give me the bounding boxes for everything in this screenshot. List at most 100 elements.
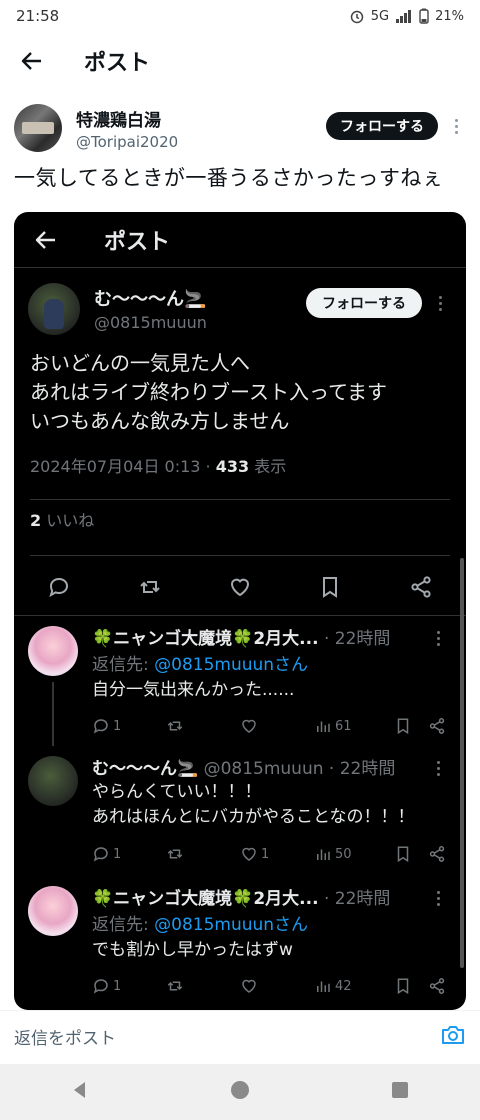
reply-to: 返信先: @0815muuunさん xyxy=(92,910,308,935)
attached-screenshot[interactable]: ポスト む〜〜〜ん🚬 @0815muuun フォローする おいどんの一気見た人へ… xyxy=(14,212,466,1010)
share-icon xyxy=(428,717,446,735)
post-meta: 2024年07月04日 0:13 · 433 表示 xyxy=(30,453,286,477)
network-label: 5G xyxy=(370,8,390,24)
bar-chart-icon xyxy=(317,721,330,732)
post-line: あれはライブ終わりブースト入ってます xyxy=(30,380,387,404)
reply-count: 1 xyxy=(92,977,166,995)
likes-summary: 2 いいね xyxy=(30,507,94,531)
like-count xyxy=(240,717,314,735)
retweet-count xyxy=(166,717,240,735)
arrow-left-icon xyxy=(21,52,41,70)
reply-text: 自分一気出来んかった...... xyxy=(92,678,294,703)
likes-count: 2 xyxy=(30,511,42,530)
status-icons: 5G 21% xyxy=(349,8,464,24)
reply-count: 1 xyxy=(92,845,166,863)
author-name[interactable]: 特濃鶏白湯 xyxy=(76,106,178,131)
share-icon xyxy=(401,567,441,607)
view-count: 50 xyxy=(314,845,394,863)
alarm-icon xyxy=(350,10,363,24)
views-label: 表示 xyxy=(249,457,287,476)
timestamp: 2024年07月04日 0:13 · xyxy=(30,457,216,476)
view-count: 61 xyxy=(314,717,394,735)
view-count-value: 42 xyxy=(335,978,352,994)
reply-line: でも割かし早かったはずw xyxy=(92,940,293,960)
arrow-left-icon xyxy=(35,230,55,249)
reply-author-name: む〜〜〜ん🚬 xyxy=(92,759,199,779)
reply-time: · 22時間 xyxy=(323,759,396,779)
retweet-icon xyxy=(167,981,183,991)
action-bar xyxy=(14,559,466,615)
avatar xyxy=(28,626,78,676)
retweet-count xyxy=(166,845,240,863)
page-title: ポスト xyxy=(84,51,151,76)
embedded-back-icon xyxy=(14,212,78,268)
avatar xyxy=(28,886,78,936)
avatar[interactable] xyxy=(14,104,62,152)
comment-icon xyxy=(93,847,108,862)
retweet-icon xyxy=(167,721,183,731)
kebab-icon xyxy=(430,289,450,317)
bar-chart-icon xyxy=(317,981,330,992)
reply-action-bar: 1 61 xyxy=(92,714,458,738)
share-icon xyxy=(428,845,446,863)
reply-author-handle: @0815muuun xyxy=(198,759,324,779)
like-count-value: 1 xyxy=(261,846,270,862)
nav-home-button[interactable] xyxy=(229,1079,251,1105)
reply-input[interactable]: 返信をポスト xyxy=(14,1024,440,1049)
heart-icon xyxy=(242,979,256,993)
view-count: 42 xyxy=(314,977,394,995)
retweet-icon xyxy=(167,849,183,859)
reply-count-value: 1 xyxy=(113,718,122,734)
reply-item: む〜〜〜ん🚬 @0815muuun · 22時間 やらんくていい！！！ あれはほ… xyxy=(14,746,466,876)
battery-label: 21% xyxy=(435,8,464,24)
square-recents-icon xyxy=(392,1082,409,1098)
post-line: おいどんの一気見た人へ xyxy=(30,351,250,375)
reply-author-name: 🍀ニャンゴ大魔境🍀2月大... xyxy=(92,889,319,909)
comment-icon xyxy=(39,567,79,607)
camera-icon[interactable] xyxy=(440,1022,466,1052)
reply-text: やらんくていい！！！ あれはほんとにバカがやることなの！！！ xyxy=(92,780,415,830)
back-button[interactable] xyxy=(0,32,64,90)
bookmark-icon xyxy=(394,845,428,863)
outer-author[interactable]: 特濃鶏白湯 @Toripai2020 xyxy=(14,104,178,152)
triangle-back-icon xyxy=(73,1082,85,1098)
reply-time: · 22時間 xyxy=(318,889,391,909)
embedded-title: ポスト xyxy=(104,229,171,255)
reply-count-value: 1 xyxy=(113,978,122,994)
nav-recents-button[interactable] xyxy=(390,1080,410,1104)
heart-icon xyxy=(242,847,256,861)
bar-chart-icon xyxy=(317,849,330,860)
reply-item: 🍀ニャンゴ大魔境🍀2月大... · 22時間 返信先: @0815muuunさん… xyxy=(14,876,466,1010)
embedded-app-bar: ポスト xyxy=(14,212,466,268)
follow-button[interactable]: フォローする xyxy=(326,112,438,140)
avatar xyxy=(28,283,80,335)
more-options-icon[interactable] xyxy=(446,112,466,140)
reply-line: やらんくていい！！！ xyxy=(92,782,262,802)
reply-to-user: @0815muuunさん xyxy=(154,655,309,675)
post-text: 一気してるときが一番うるさかったっすねぇ xyxy=(14,166,444,190)
comment-icon xyxy=(93,979,108,994)
reply-time: · 22時間 xyxy=(318,629,391,649)
comment-icon xyxy=(93,719,108,734)
avatar xyxy=(28,756,78,806)
views-count: 433 xyxy=(215,457,250,476)
view-count-value: 61 xyxy=(335,718,352,734)
post-line: いつもあんな飲み方しません xyxy=(30,409,290,433)
app-bar: ポスト xyxy=(0,32,480,90)
reply-to-user: @0815muuunさん xyxy=(154,915,309,935)
retweet-icon xyxy=(130,567,170,607)
reply-to: 返信先: @0815muuunさん xyxy=(92,650,308,675)
author-handle[interactable]: @Toripai2020 xyxy=(76,133,178,151)
reply-count: 1 xyxy=(92,717,166,735)
bookmark-icon xyxy=(310,567,350,607)
reply-action-bar: 1 42 xyxy=(92,974,458,998)
battery-icon xyxy=(419,8,429,24)
status-time: 21:58 xyxy=(16,7,60,25)
like-count: 1 xyxy=(240,845,314,863)
nav-back-button[interactable] xyxy=(70,1080,90,1104)
status-bar: 21:58 5G 21% xyxy=(0,0,480,32)
reply-composer[interactable]: 返信をポスト xyxy=(0,1010,480,1062)
reply-text: でも割かし早かったはずw xyxy=(92,938,293,963)
thread-line xyxy=(52,682,54,746)
heart-icon xyxy=(220,567,260,607)
